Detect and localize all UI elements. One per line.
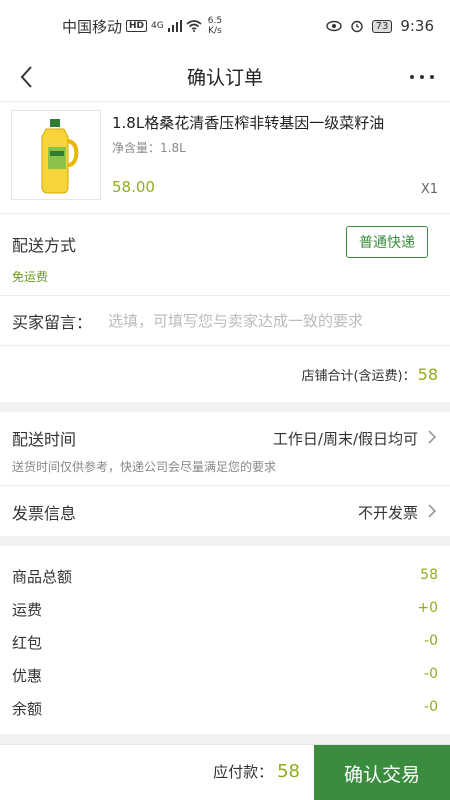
order-summary: 商品总额 58 运费 +0 红包 -0 优惠 -0 余额 -0 xyxy=(0,546,450,734)
summary-value: -0 xyxy=(424,666,438,682)
buyer-message-row: 买家留言： xyxy=(0,296,450,346)
buyer-message-input[interactable] xyxy=(108,311,450,330)
summary-label: 红包 xyxy=(12,634,43,652)
delivery-section: 配送方式 普通快递 免运费 xyxy=(0,214,450,296)
delivery-time-note: 送货时间仅供参考，快递公司会尽量满足您的要求 xyxy=(12,460,277,474)
summary-row-balance: 余额 -0 xyxy=(0,692,450,725)
shop-total-value: 58 xyxy=(417,364,438,384)
shop-total-label: 店铺合计(含运费)： xyxy=(301,368,416,384)
summary-value: 58 xyxy=(420,567,438,583)
hd-badge: HD xyxy=(126,20,148,32)
invoice-label: 发票信息 xyxy=(12,504,77,523)
oil-bottle-icon xyxy=(41,119,79,194)
invoice-value: 不开发票 xyxy=(357,504,418,522)
product-quantity: X1 xyxy=(420,182,438,197)
status-bar: 中国移动 HD 4G 6.5 K/s 73 9:36 xyxy=(0,0,450,52)
summary-label: 运费 xyxy=(12,601,43,619)
shop-total-row: 店铺合计(含运费)： 58 xyxy=(0,346,450,402)
amount-due-value: 58 xyxy=(277,761,300,782)
product-price: 58.00 xyxy=(112,178,155,196)
more-options-icon[interactable] xyxy=(406,62,438,92)
summary-row-red-packet: 红包 -0 xyxy=(0,626,450,659)
signal-icon xyxy=(167,20,182,32)
summary-row-shipping: 运费 +0 xyxy=(0,593,450,626)
summary-row-discount: 优惠 -0 xyxy=(0,659,450,692)
summary-value: -0 xyxy=(424,633,438,649)
delivery-label: 配送方式 xyxy=(12,236,77,255)
delivery-time-row[interactable]: 配送时间 工作日/周末/假日均可 送货时间仅供参考，快递公司会尽量满足您的要求 xyxy=(0,412,450,486)
battery-icon: 73 xyxy=(371,19,393,33)
chevron-right-icon xyxy=(428,504,437,518)
amount-due: 应付款： 58 xyxy=(213,761,300,782)
network-speed: 6.5 K/s xyxy=(208,16,222,36)
summary-value: -0 xyxy=(424,699,438,715)
summary-label: 余额 xyxy=(12,700,43,718)
checkout-bar: 应付款： 58 确认交易 xyxy=(0,744,450,800)
speed-unit: K/s xyxy=(208,26,222,36)
nav-bar: 确认订单 xyxy=(0,52,450,102)
delivery-time-label: 配送时间 xyxy=(12,430,77,449)
summary-row-goods-total: 商品总额 58 xyxy=(0,560,450,593)
clock: 9:36 xyxy=(400,17,434,35)
summary-label: 优惠 xyxy=(12,667,43,685)
product-name: 1.8L格桑花清香压榨非转基因一级菜籽油 xyxy=(112,114,385,132)
amount-due-label: 应付款： xyxy=(213,763,274,781)
summary-label: 商品总额 xyxy=(12,568,73,586)
buyer-message-label: 买家留言： xyxy=(12,312,93,332)
delivery-time-value: 工作日/周末/假日均可 xyxy=(272,430,418,448)
page-title: 确认订单 xyxy=(186,67,263,89)
carrier-group: 中国移动 HD 4G 6.5 K/s xyxy=(62,16,222,37)
status-right: 73 9:36 xyxy=(325,17,434,35)
invoice-row[interactable]: 发票信息 不开发票 xyxy=(0,486,450,536)
eye-icon xyxy=(325,20,342,32)
confirm-trade-button[interactable]: 确认交易 xyxy=(314,745,450,800)
wifi-icon xyxy=(186,20,202,32)
back-arrow-icon[interactable] xyxy=(14,62,44,92)
chevron-right-icon xyxy=(428,430,437,444)
carrier-name: 中国移动 xyxy=(62,17,123,36)
speed-value: 6.5 xyxy=(207,16,223,26)
product-card[interactable]: 1.8L格桑花清香压榨非转基因一级菜籽油 净含量：1.8L 58.00 X1 xyxy=(0,102,450,214)
alarm-icon xyxy=(350,20,363,33)
product-image xyxy=(11,110,101,200)
delivery-option-button[interactable]: 普通快递 xyxy=(346,226,428,258)
network-type: 4G xyxy=(151,21,164,31)
product-spec: 净含量：1.8L xyxy=(112,141,186,155)
summary-value: +0 xyxy=(417,600,438,616)
free-shipping-text: 免运费 xyxy=(12,270,49,284)
